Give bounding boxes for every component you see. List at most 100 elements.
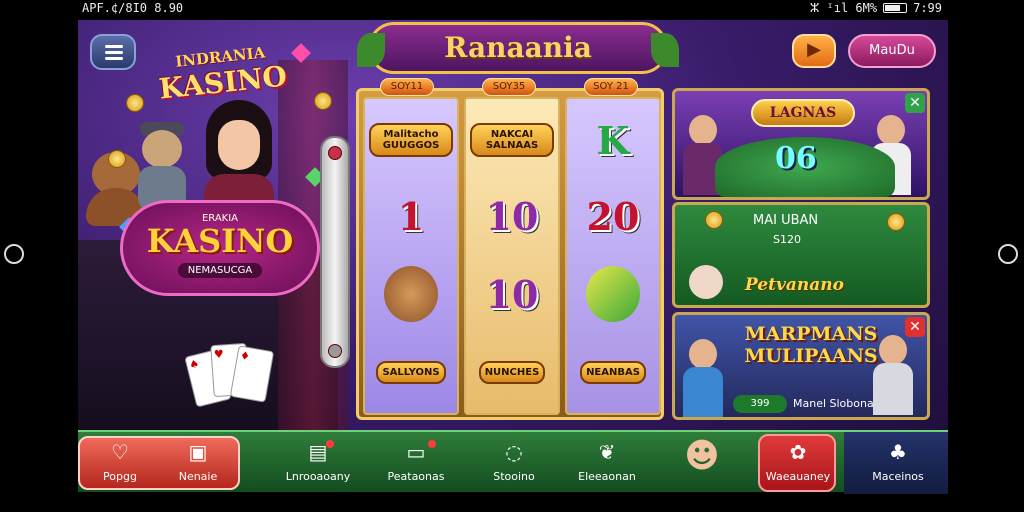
coin-icon (887, 213, 905, 231)
status-bar: APF.¢/8I0 8.90 ⵣ ᴵ᠎ıl 6M% 7:99 (78, 0, 948, 18)
group-icon: ♣ (889, 440, 907, 464)
battery-icon (883, 3, 908, 13)
bear-icon (384, 266, 438, 322)
coin-icon (126, 94, 144, 112)
dice-icon: ▣ (188, 440, 208, 464)
nav-label: Popgg (103, 470, 137, 483)
nav-label: Peataonas (387, 470, 445, 483)
nav-item-popgg[interactable]: ♡ Popgg (82, 432, 158, 494)
reel-1: Malitacho GUUGGOS 1 SALLYONS (363, 97, 459, 415)
reel-tag-1: SOY11 (380, 78, 434, 96)
promo-panel-multiplayer[interactable]: MARPMANS MULIPAANS 399 Manel Slobona ✕ (672, 312, 930, 420)
symbol-number: 20 (586, 193, 640, 239)
reel-2: NAKCAI SALNAAS 10 10 NUNCHES (464, 97, 560, 415)
nav-item-eleeaonan[interactable]: ❦ Eleeaonan (562, 432, 652, 494)
spin-lever[interactable] (320, 136, 350, 368)
symbol-number: 10 (485, 271, 539, 317)
bottom-nav: ♡ Popgg ▣ Nenaie ▤ Lnrooaoany ▭ Peataona… (78, 430, 948, 494)
play-icon: ▶ (807, 39, 821, 60)
symbol-number: K (596, 117, 630, 163)
nav-item-waeauaney[interactable]: ✿ Waeauaney (760, 432, 836, 494)
banana-icon (586, 266, 640, 322)
panel2-line3: Petvanano (745, 275, 844, 295)
video-button[interactable]: ▶ (792, 34, 836, 68)
reel-symbol: NAKCAI SALNAAS (470, 103, 554, 177)
clown-icon (689, 265, 723, 299)
status-time: 7:99 (913, 1, 942, 15)
title-banner: Ranaania (357, 22, 679, 74)
kasino-badge[interactable]: ERAKIA KASINO NEMASUCGA (120, 200, 320, 296)
screen: APF.¢/8I0 8.90 ⵣ ᴵ᠎ıl 6M% 7:99 Ranaania … (0, 0, 1024, 512)
nav-item-avatar[interactable]: ☻ (672, 432, 732, 494)
nav-item-lnrooaoany[interactable]: ▤ Lnrooaoany (274, 432, 362, 494)
avatar: ☻ (684, 436, 720, 476)
left-nav-dot-icon[interactable] (4, 244, 24, 264)
reel-symbol: NUNCHES (470, 335, 554, 409)
nav-label: Stooino (493, 470, 535, 483)
close-icon[interactable]: ✕ (905, 317, 925, 337)
panel3-title: MARPMANS MULIPAANS (744, 323, 878, 367)
notification-dot (428, 440, 436, 448)
panel1-value: 06 (775, 141, 817, 176)
reel-symbol: Malitacho GUUGGOS (369, 103, 453, 177)
card-icon: ▭ (406, 440, 426, 464)
reel-tag-3: SOY 21 (584, 78, 638, 96)
coin-icon (108, 150, 126, 168)
top-right-button[interactable]: MauDu (848, 34, 936, 68)
panel3-subtitle: Manel Slobona (793, 397, 874, 410)
nav-item-peataonas[interactable]: ▭ Peataonas (372, 432, 460, 494)
coin-icon (314, 92, 332, 110)
symbol-number: 10 (485, 193, 539, 239)
nav-item-nenaie[interactable]: ▣ Nenaie (160, 432, 236, 494)
playing-cards-icon: ♠ ♥ ♦ (184, 342, 280, 412)
heart-icon: ♡ (111, 440, 129, 464)
badge-sub-text: NEMASUCGA (177, 263, 263, 278)
reel-symbol: 1 (369, 179, 453, 253)
right-nav-dot-icon[interactable] (998, 244, 1018, 264)
nav-label: Eleeaonan (578, 470, 636, 483)
slot-reels[interactable]: Malitacho GUUGGOS 1 SALLYONS NAKCAI SALNAA… (356, 88, 664, 420)
nav-label: Maceinos (872, 470, 924, 483)
reel-symbol: 10 (470, 257, 554, 331)
signal-icons: ⵣ ᴵ᠎ıl 6M% (809, 1, 878, 15)
symbol-label: NAKCAI SALNAAS (470, 123, 554, 157)
spinner-icon: ◌ (505, 440, 523, 464)
symbol-label: NEANBAS (580, 360, 646, 384)
hamburger-icon (105, 45, 123, 48)
menu-button[interactable] (90, 34, 136, 70)
nav-label: Lnrooaoany (285, 470, 351, 483)
lever-top-knob-icon (328, 146, 342, 160)
lever-bottom-knob-icon (328, 344, 342, 358)
reel-tag-2: SOY35 (482, 78, 536, 96)
status-left-text: APF.¢/8I0 8.90 (82, 1, 184, 15)
reel-symbol (571, 257, 655, 331)
panel2-line1: MAI UBAN (753, 213, 819, 228)
chat-icon: ❦ (598, 440, 616, 464)
nav-label: Nenaie (178, 470, 218, 483)
panel2-line2: S120 (773, 233, 801, 246)
leaf-icon (651, 33, 679, 67)
close-icon[interactable]: ✕ (905, 93, 925, 113)
reel-symbol (369, 257, 453, 331)
symbol-number: 1 (397, 193, 425, 239)
nav-label: Waeauaney (765, 470, 831, 483)
symbol-label: SALLYONS (376, 360, 446, 384)
reel-symbol: K (571, 103, 655, 177)
badge-main-text: KASINO (146, 222, 294, 260)
reel-symbol: 10 (470, 179, 554, 253)
dog-character (134, 122, 190, 212)
promo-panel-poker[interactable]: MAI UBAN S120 Petvanano (672, 202, 930, 308)
promo-panel-lagnas[interactable]: LAGNAS 06 ✕ (672, 88, 930, 200)
nav-item-maceinos[interactable]: ♣ Maceinos (854, 432, 942, 494)
symbol-label: NUNCHES (478, 360, 546, 384)
leaf-icon (357, 33, 385, 67)
status-right: ⵣ ᴵ᠎ıl 6M% 7:99 (810, 1, 942, 15)
player-character (683, 339, 723, 417)
reel-symbol: 20 (571, 179, 655, 253)
nav-item-stooino[interactable]: ◌ Stooino (474, 432, 554, 494)
reel-symbol: NEANBAS (571, 335, 655, 409)
flower-icon: ✿ (789, 440, 807, 464)
reel-3: K 20 NEANBAS (565, 97, 661, 415)
symbol-label: Malitacho GUUGGOS (369, 123, 453, 157)
panel1-title: LAGNAS (751, 99, 855, 127)
